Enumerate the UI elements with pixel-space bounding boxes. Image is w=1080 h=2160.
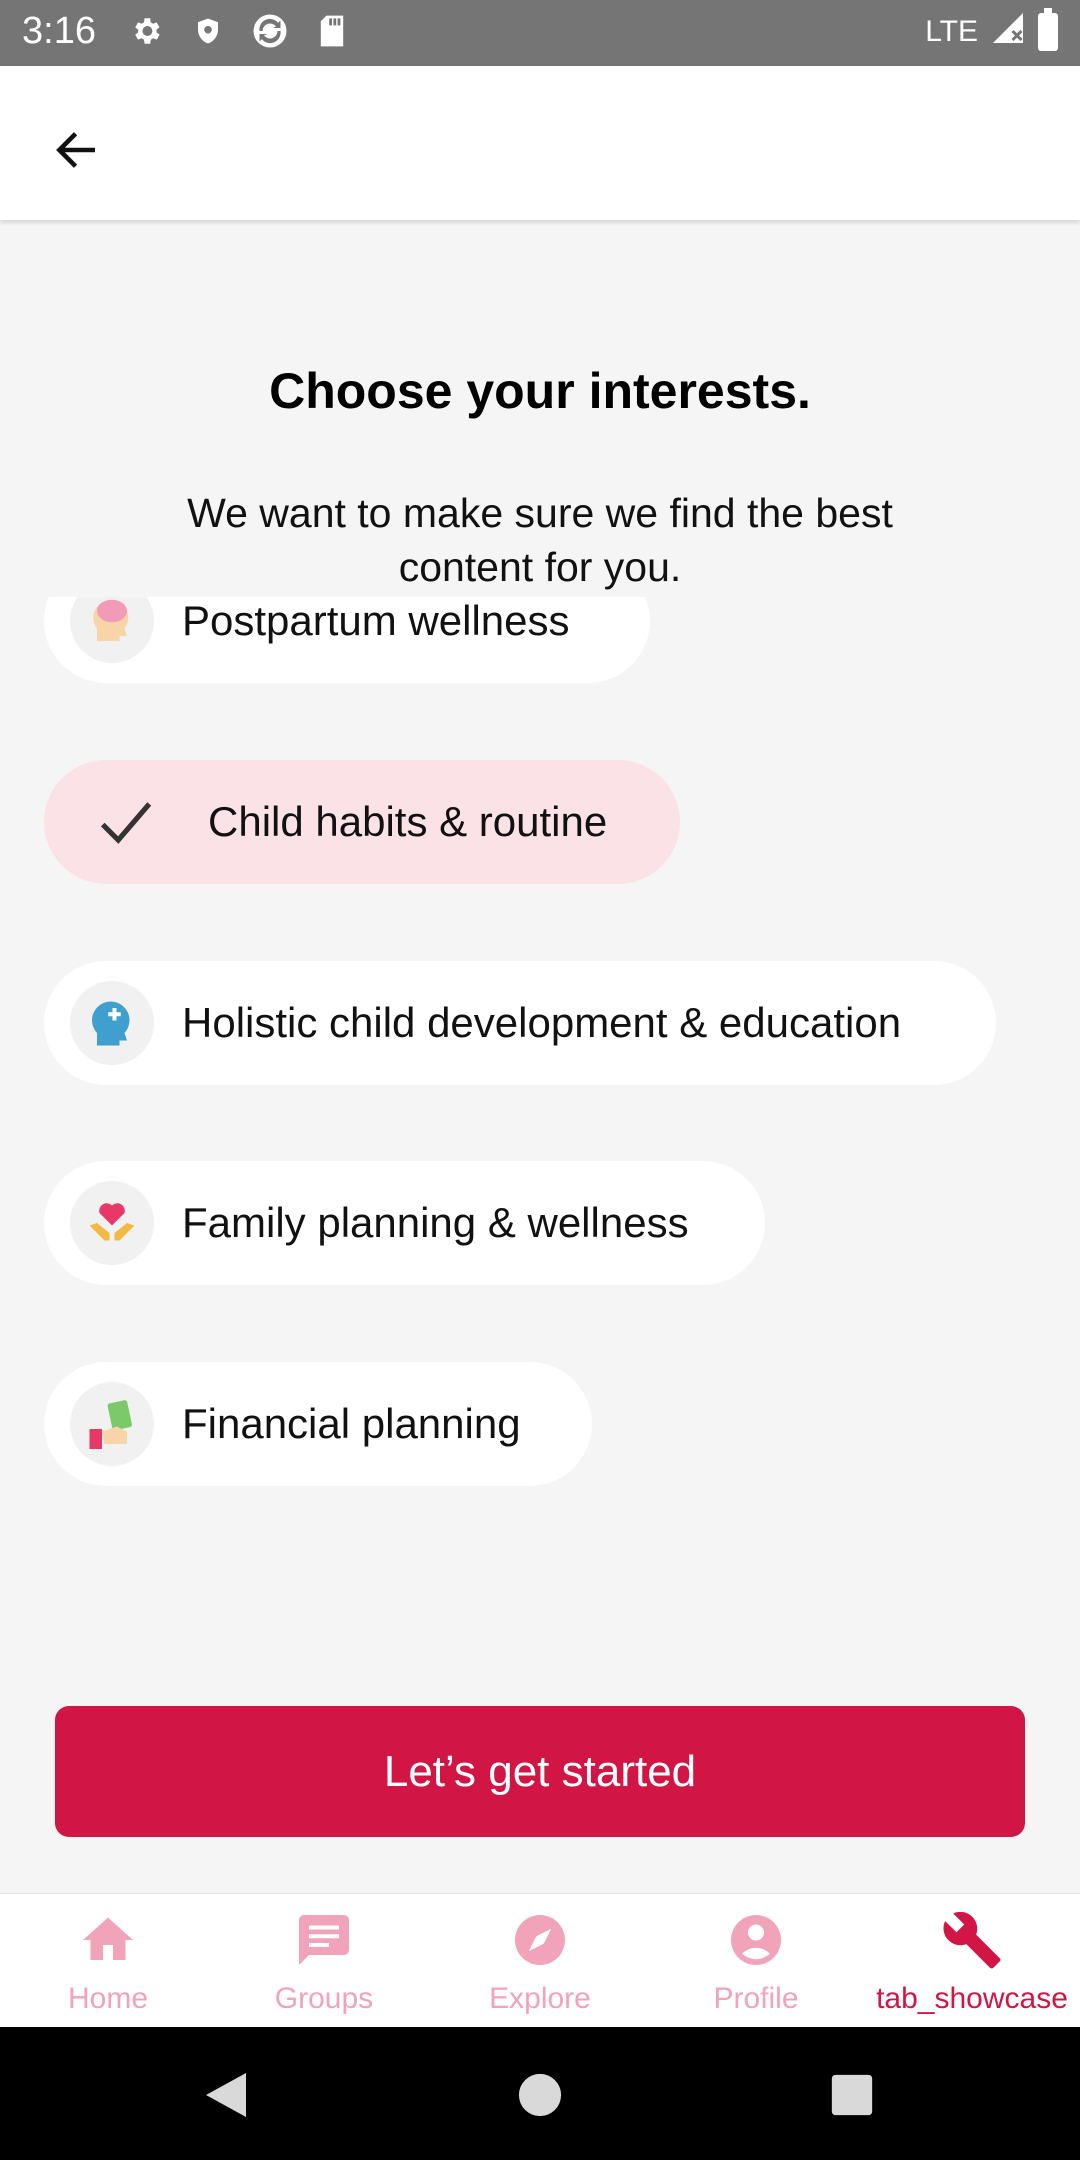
page-subtitle: We want to make sure we find the best co… [187,490,893,590]
signal-icon [990,10,1026,54]
nav-label: Explore [489,1982,591,2015]
back-button[interactable] [40,114,112,186]
interest-label: Postpartum wellness [182,597,570,644]
status-right: LTE [925,8,1058,54]
head-plus-icon [70,981,154,1065]
brain-head-icon [70,597,154,663]
interests-list[interactable]: Postpartum wellness Child habits & routi… [0,597,1080,1497]
heart-hands-icon [70,1181,154,1265]
nav-label: tab_showcase [876,1982,1068,2015]
square-recents-icon [831,2074,873,2116]
arrow-left-icon [56,132,95,168]
nav-profile[interactable]: Profile [648,1894,864,2028]
system-nav-bar [0,2027,1080,2160]
interest-label: Financial planning [182,1400,521,1447]
nav-label: Home [67,1982,149,2015]
circle-home-icon [518,2073,562,2117]
battery-icon [1038,8,1058,51]
interest-chip-financial-planning[interactable]: Financial planning [44,1362,592,1486]
compass-icon [508,1908,572,1972]
nav-groups[interactable]: Groups [216,1894,432,2028]
status-icons [128,12,350,50]
nav-label: Groups [274,1982,374,2015]
chat-icon [292,1908,356,1972]
page-title: Choose your interests. [269,363,811,419]
triangle-back-icon [206,2073,246,2117]
interest-chip-child-habits[interactable]: Child habits & routine [44,760,680,884]
home-icon [76,1908,140,1972]
get-started-button[interactable]: Let’s get started [55,1706,1025,1837]
status-bar: 3:16 LTE [0,0,1080,66]
interest-chip-holistic-development[interactable]: Holistic child development & education [44,961,996,1085]
interest-label: Holistic child development & education [182,999,902,1046]
sync-icon [252,12,288,50]
nav-label: Profile [713,1982,799,2015]
nav-explore[interactable]: Explore [432,1894,648,2028]
system-home-button[interactable] [510,2065,570,2125]
nav-home[interactable]: Home [0,1894,216,2028]
network-label: LTE [925,15,978,48]
wrench-icon [940,1908,1004,1972]
status-time: 3:16 [22,10,96,52]
interest-label: Child habits & routine [208,798,608,845]
app-bar [0,66,1080,220]
interest-label: Family planning & wellness [182,1199,689,1246]
shield-icon [190,12,226,50]
nav-tab-showcase[interactable]: tab_showcase [864,1894,1080,2028]
system-back-button[interactable] [196,2065,256,2125]
settings-icon [128,12,164,50]
interest-chip-postpartum[interactable]: Postpartum wellness [44,597,650,683]
sd-card-icon [314,12,350,50]
money-hand-icon [70,1382,154,1466]
system-recents-button[interactable] [822,2065,882,2125]
interest-chip-family-planning[interactable]: Family planning & wellness [44,1161,765,1285]
check-icon [84,780,168,864]
profile-icon [724,1908,788,1972]
bottom-nav: Home Groups Explore Profile tab_showcase [0,1893,1080,2028]
